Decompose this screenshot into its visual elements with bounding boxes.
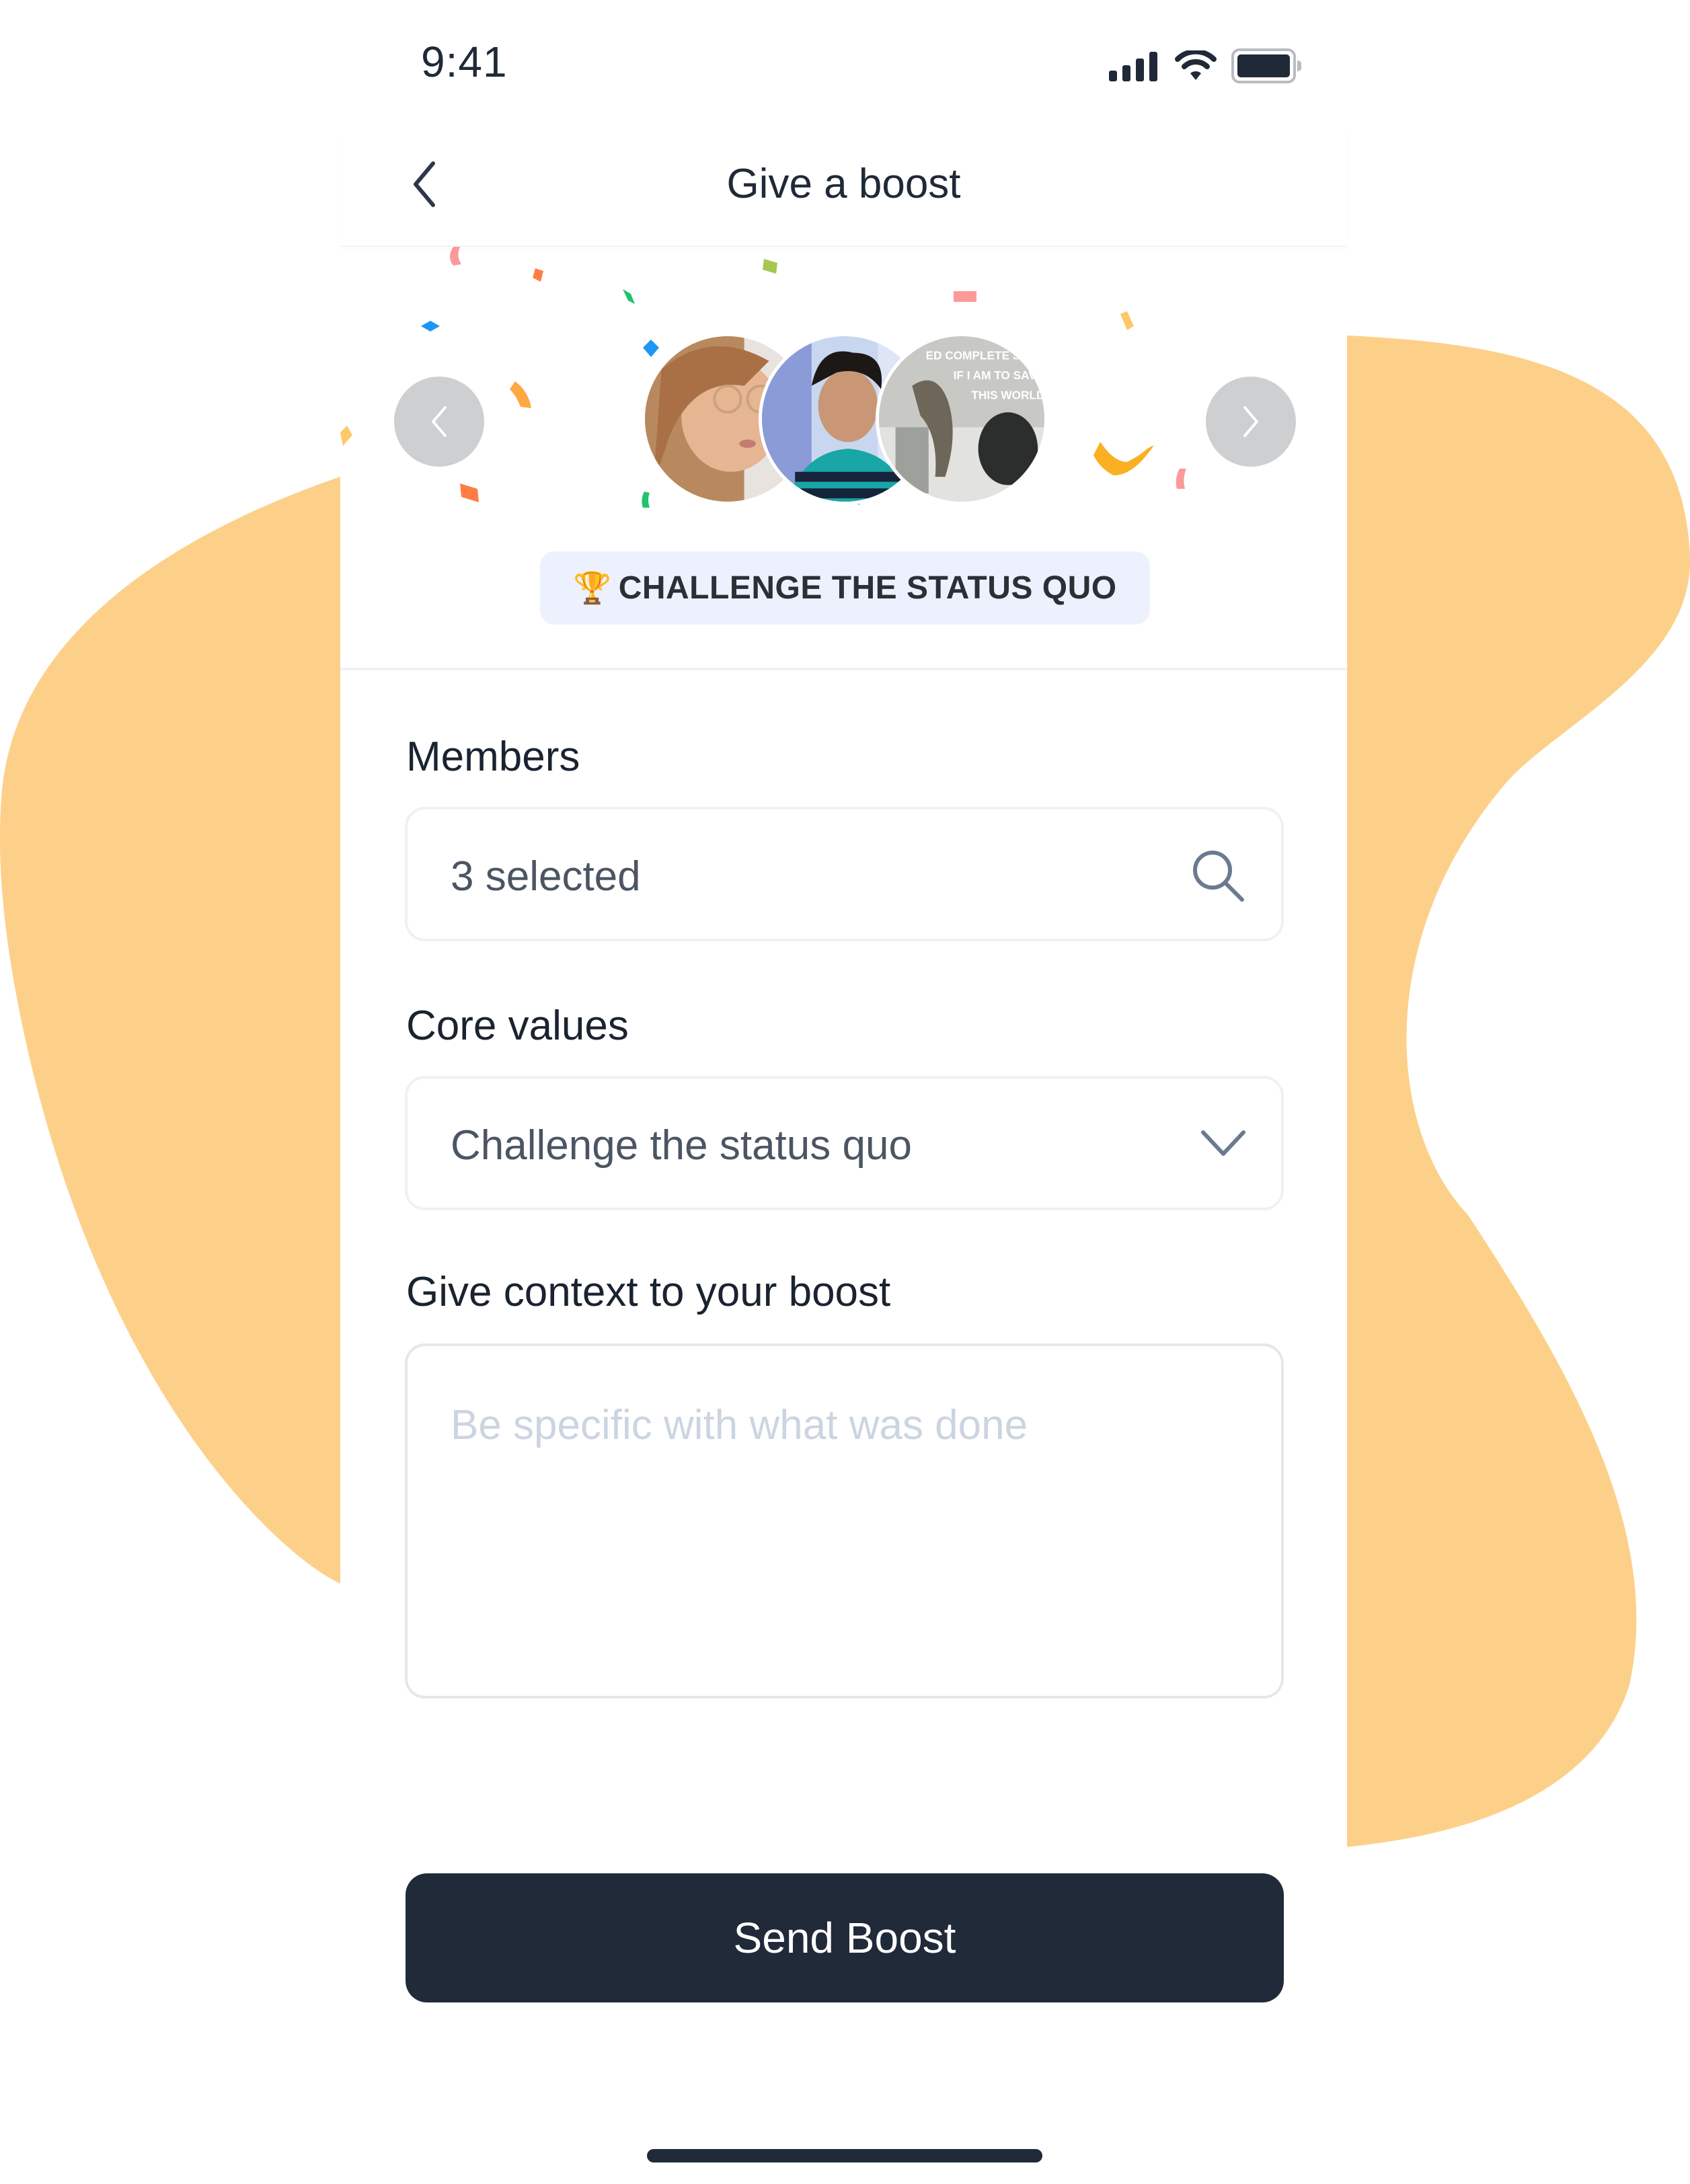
send-boost-button[interactable]: Send Boost [406, 1873, 1284, 2002]
core-values-selected: Challenge the status quo [451, 1122, 912, 1169]
badge-label: CHALLENGE THE STATUS QUO [618, 570, 1117, 606]
chevron-right-icon [1243, 406, 1258, 437]
svg-text:THIS WORLD: THIS WORLD [971, 388, 1044, 401]
context-placeholder: Be specific with what was done [451, 1402, 1028, 1448]
core-values-label: Core values [406, 1003, 629, 1049]
carousel-next-button[interactable] [1206, 377, 1296, 467]
page-title: Give a boost [726, 161, 961, 207]
context-label: Give context to your boost [406, 1269, 891, 1315]
search-icon [1193, 851, 1244, 902]
chevron-down-icon [1201, 1130, 1245, 1156]
svg-text:ED COMPLETE SIL: ED COMPLETE SIL [926, 348, 1031, 362]
phone-screen: 9:41 Give a boost ED COMPLETE SIL IF I A… [340, 0, 1347, 2184]
battery-icon [1231, 48, 1301, 83]
navigation-bar: Give a boost [340, 128, 1347, 247]
members-search-field[interactable]: 3 selected [405, 807, 1284, 941]
avatar[interactable]: ED COMPLETE SIL IF I AM TO SAV THIS WORL… [876, 333, 1048, 505]
context-textarea[interactable]: Be specific with what was done [405, 1343, 1284, 1699]
core-values-dropdown[interactable]: Challenge the status quo [405, 1076, 1284, 1210]
decorative-blob-left [0, 476, 342, 1585]
status-time: 9:41 [421, 38, 508, 86]
carousel-prev-button[interactable] [394, 377, 484, 467]
boost-hero: ED COMPLETE SIL IF I AM TO SAV THIS WORL… [340, 247, 1347, 670]
decorative-blob-right [1347, 335, 1690, 1847]
status-icons [1109, 48, 1301, 83]
core-value-badge: 🏆 CHALLENGE THE STATUS QUO [540, 551, 1150, 625]
members-value: 3 selected [451, 853, 641, 900]
trophy-icon: 🏆 [573, 570, 612, 605]
cellular-signal-icon [1109, 52, 1157, 81]
chevron-left-icon [432, 406, 447, 437]
svg-text:IF I AM TO SAV: IF I AM TO SAV [954, 368, 1037, 382]
avatar-photo-cat-meme: ED COMPLETE SIL IF I AM TO SAV THIS WORL… [879, 336, 1044, 502]
status-bar: 9:41 [340, 0, 1347, 128]
members-label: Members [406, 734, 580, 780]
section-divider [340, 668, 1347, 670]
selected-member-avatars: ED COMPLETE SIL IF I AM TO SAV THIS WORL… [642, 333, 1059, 510]
home-indicator [647, 2149, 1042, 2162]
wifi-icon [1175, 50, 1217, 80]
